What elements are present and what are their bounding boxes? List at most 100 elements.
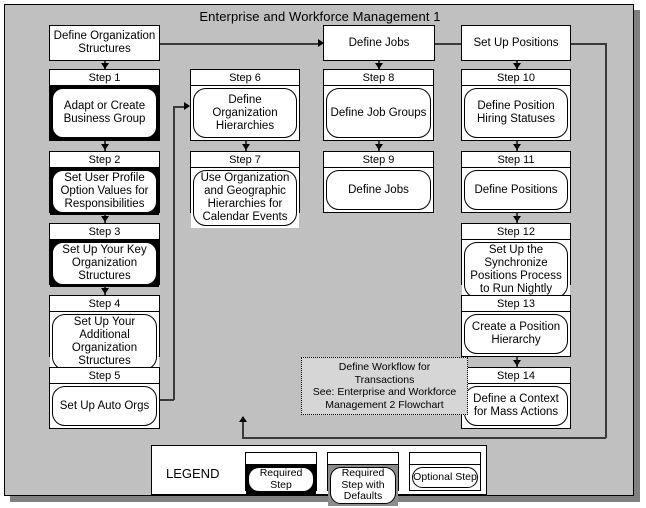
- step-14[interactable]: Step 14 Define a Context for Mass Action…: [461, 367, 571, 429]
- step-7-label: Use Organization and Geographic Hierarch…: [193, 170, 297, 226]
- step-6-label: Define Organization Hierarchies: [193, 88, 297, 138]
- arrowhead-step13-step14: [513, 360, 521, 366]
- legend-required-header: [246, 453, 316, 465]
- step-7-header: Step 7: [191, 152, 299, 168]
- step-12-label: Set Up the Synchronize Positions Process…: [464, 242, 568, 298]
- legend-required-body: Required Step: [246, 465, 316, 494]
- step-12[interactable]: Step 12 Set Up the Synchronize Positions…: [461, 223, 571, 300]
- legend-optional-label: Optional Step: [412, 467, 478, 488]
- step-10[interactable]: Step 10 Define Position Hiring Statuses: [461, 69, 571, 141]
- step-4[interactable]: Step 4 Set Up Your Additional Organizati…: [49, 295, 160, 372]
- step-13-label: Create a Position Hierarchy: [464, 314, 568, 354]
- step-1-body: Adapt or Create Business Group: [50, 86, 159, 140]
- step-2[interactable]: Step 2 Set User Profile Option Values fo…: [49, 151, 160, 215]
- arrowhead-step2-step3: [101, 216, 109, 222]
- note-line-4: Management 2 Flowchart: [325, 398, 444, 411]
- legend-optional-header: [410, 453, 480, 465]
- step-3-header: Step 3: [50, 224, 159, 240]
- step-1[interactable]: Step 1 Adapt or Create Business Group: [49, 69, 160, 141]
- step-12-header: Step 12: [462, 224, 570, 240]
- arrowhead-step10-step11: [513, 144, 521, 150]
- step-13[interactable]: Step 13 Create a Position Hierarchy: [461, 295, 571, 357]
- diagram-frame: Enterprise and Workforce Management 1 De…: [4, 4, 634, 506]
- node-define-jobs-top[interactable]: Define Jobs: [323, 25, 435, 61]
- step-2-header: Step 2: [50, 152, 159, 168]
- step-8-body: Define Job Groups: [324, 86, 433, 140]
- step-10-label: Define Position Hiring Statuses: [464, 88, 568, 138]
- step-8[interactable]: Step 8 Define Job Groups: [323, 69, 434, 141]
- legend-optional: Optional Step: [409, 452, 481, 491]
- note-line-1: Define Workflow for: [338, 361, 431, 373]
- connector-right-rail: [605, 43, 607, 438]
- diagram-title: Enterprise and Workforce Management 1: [199, 9, 441, 24]
- step-4-body: Set Up Your Additional Organization Stru…: [50, 312, 159, 372]
- legend-title: LEGEND: [166, 466, 220, 481]
- step-10-header: Step 10: [462, 70, 570, 86]
- step-8-label: Define Job Groups: [326, 88, 431, 138]
- step-14-label: Define a Context for Mass Actions: [464, 386, 568, 426]
- legend-required-defaults: Required Step with Defaults: [327, 452, 399, 506]
- step-14-header: Step 14: [462, 368, 570, 384]
- step-3-label: Set Up Your Key Organization Structures: [52, 242, 157, 285]
- node-define-org-structures[interactable]: Define Organization Structures: [49, 25, 160, 61]
- arrowhead-step3-step4: [101, 288, 109, 294]
- arrowhead-to-note: [239, 416, 247, 422]
- step-9[interactable]: Step 9 Define Jobs: [323, 151, 434, 213]
- connector-into-note: [242, 420, 244, 438]
- step-5[interactable]: Step 5 Set Up Auto Orgs: [49, 367, 160, 429]
- step-3[interactable]: Step 3 Set Up Your Key Organization Stru…: [49, 223, 160, 287]
- arrowhead-step6-step7: [242, 144, 250, 150]
- step-11[interactable]: Step 11 Define Positions: [461, 151, 571, 213]
- step-1-label: Adapt or Create Business Group: [52, 88, 157, 138]
- step-3-body: Set Up Your Key Organization Structures: [50, 240, 159, 287]
- step-2-body: Set User Profile Option Values for Respo…: [50, 168, 159, 215]
- step-10-body: Define Position Hiring Statuses: [462, 86, 570, 140]
- legend-required: Required Step: [245, 452, 317, 494]
- note-line-2: Transactions: [354, 373, 415, 386]
- step-5-label: Set Up Auto Orgs: [52, 386, 157, 426]
- connector-bottom-rail: [242, 437, 606, 439]
- connector-step5-right: [160, 399, 174, 401]
- step-6[interactable]: Step 6 Define Organization Hierarchies: [190, 69, 300, 141]
- flowchart-canvas: Enterprise and Workforce Management 1 De…: [0, 0, 646, 508]
- step-9-header: Step 9: [324, 152, 433, 168]
- step-13-header: Step 13: [462, 296, 570, 312]
- legend: LEGEND Required Step Required Step with …: [151, 445, 487, 506]
- step-4-label: Set Up Your Additional Organization Stru…: [52, 314, 157, 370]
- step-7[interactable]: Step 7 Use Organization and Geographic H…: [190, 151, 300, 228]
- legend-optional-body: Optional Step: [410, 465, 480, 490]
- legend-required-defaults-body: Required Step with Defaults: [328, 465, 398, 506]
- step-9-label: Define Jobs: [326, 170, 431, 210]
- node-set-up-positions[interactable]: Set Up Positions: [461, 25, 571, 61]
- arrowhead-step1-step2: [101, 144, 109, 150]
- node-define-jobs-top-label: Define Jobs: [348, 36, 410, 49]
- note-line-3: See: Enterprise and Workforce: [312, 386, 457, 398]
- step-9-body: Define Jobs: [324, 168, 433, 212]
- step-2-label: Set User Profile Option Values for Respo…: [52, 170, 157, 213]
- node-set-up-positions-label: Set Up Positions: [473, 36, 559, 49]
- step-5-header: Step 5: [50, 368, 159, 384]
- step-1-header: Step 1: [50, 70, 159, 86]
- arrowhead-step11-step12: [513, 216, 521, 222]
- step-4-header: Step 4: [50, 296, 159, 312]
- step-8-header: Step 8: [324, 70, 433, 86]
- connector-orgstructures-to-definejobs: [160, 43, 320, 45]
- step-14-body: Define a Context for Mass Actions: [462, 384, 570, 428]
- step-11-body: Define Positions: [462, 168, 570, 212]
- step-12-body: Set Up the Synchronize Positions Process…: [462, 240, 570, 300]
- step-11-label: Define Positions: [464, 170, 568, 210]
- legend-required-label: Required Step: [248, 467, 314, 492]
- step-6-body: Define Organization Hierarchies: [191, 86, 299, 140]
- arrowhead-step8-step9: [375, 144, 383, 150]
- legend-required-defaults-header: [328, 453, 398, 465]
- connector-step5-up: [173, 106, 175, 400]
- step-6-header: Step 6: [191, 70, 299, 86]
- step-5-body: Set Up Auto Orgs: [50, 384, 159, 428]
- step-13-body: Create a Position Hierarchy: [462, 312, 570, 356]
- connector-setuppositions-right: [571, 43, 607, 45]
- step-7-body: Use Organization and Geographic Hierarch…: [191, 168, 299, 228]
- step-11-header: Step 11: [462, 152, 570, 168]
- legend-required-defaults-label: Required Step with Defaults: [330, 467, 396, 504]
- node-define-org-structures-label: Define Organization Structures: [53, 30, 156, 55]
- define-workflow-note[interactable]: Define Workflow for Transactions See: En…: [301, 357, 468, 415]
